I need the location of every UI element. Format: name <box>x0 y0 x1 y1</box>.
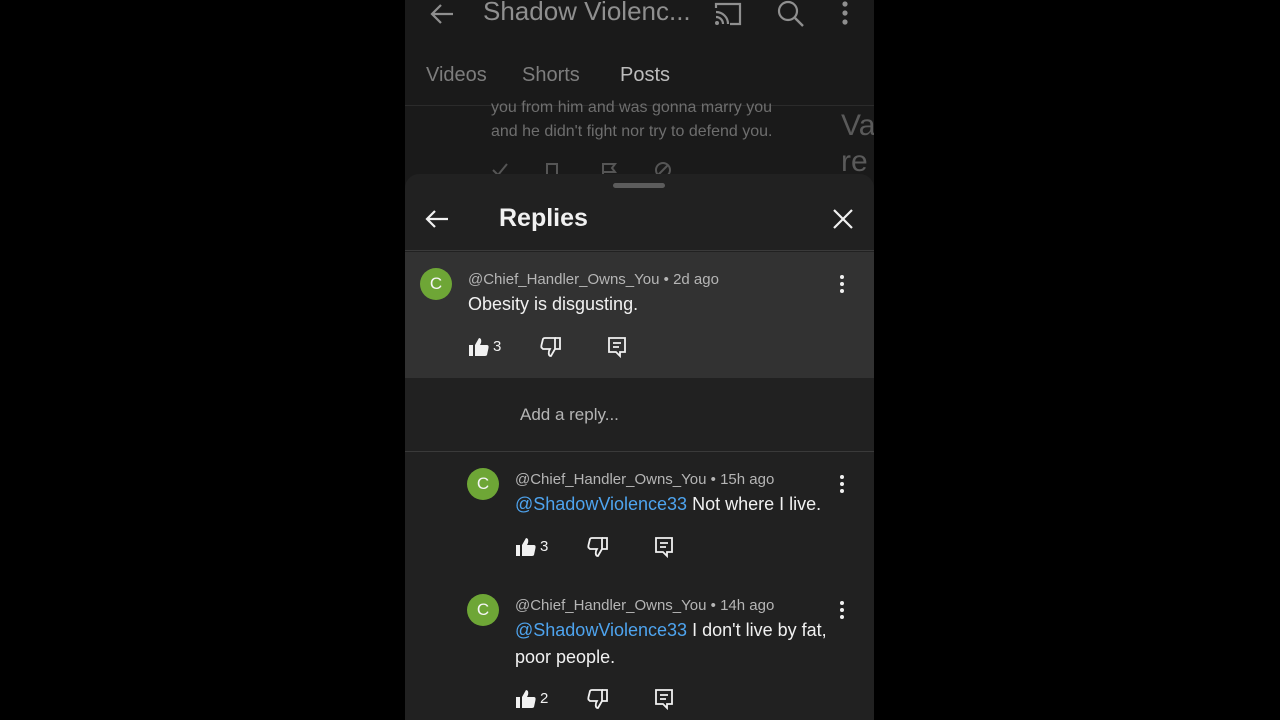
reply-item: C @Chief_Handler_Owns_You • 15h ago @Sha… <box>405 452 874 578</box>
comment-time: 2d ago <box>673 271 719 288</box>
comment-author[interactable]: @Chief_Handler_Owns_You <box>515 597 706 614</box>
like-icon[interactable] <box>515 536 537 558</box>
background-thumbnail: Va re <box>841 109 874 178</box>
more-vert-icon[interactable] <box>837 474 847 494</box>
cast-icon[interactable] <box>713 0 743 28</box>
comment-text: Obesity is disgusting. <box>468 294 639 314</box>
mention-link[interactable]: @ShadowViolence33 <box>515 620 687 640</box>
like-icon[interactable] <box>515 688 537 710</box>
comment-text-body: Not where I live. <box>692 494 822 514</box>
tab-shorts[interactable]: Shorts <box>522 64 580 87</box>
back-arrow-icon[interactable] <box>423 205 451 233</box>
background-comment: you from him and was gonna marry you and… <box>491 96 821 144</box>
meta-separator: • <box>710 597 721 614</box>
comment-meta: @Chief_Handler_Owns_You • 15h ago <box>515 471 774 488</box>
like-count: 3 <box>493 338 502 355</box>
more-vert-icon[interactable] <box>837 0 853 28</box>
comment-text: @ShadowViolence33 I don't live by fat, <box>515 617 827 644</box>
avatar[interactable]: C <box>467 594 499 626</box>
mention-link[interactable]: @ShadowViolence33 <box>515 494 687 514</box>
dislike-icon[interactable] <box>540 336 562 358</box>
comment-actions: 3 <box>515 536 755 560</box>
comment-author[interactable]: @Chief_Handler_Owns_You <box>468 271 659 288</box>
comment-actions: 3 <box>468 336 708 360</box>
comment-time: 15h ago <box>720 471 775 488</box>
add-reply-input[interactable]: Add a reply... <box>520 405 619 425</box>
phone-screen: Shadow Violenc... Videos Shorts Posts yo… <box>405 0 874 720</box>
comment-actions: 2 <box>515 688 755 712</box>
close-icon[interactable] <box>829 205 857 233</box>
like-icon[interactable] <box>468 336 490 358</box>
parent-comment: C @Chief_Handler_Owns_You • 2d ago Obesi… <box>405 252 874 378</box>
dislike-icon[interactable] <box>587 688 609 710</box>
tab-posts[interactable]: Posts <box>620 64 670 87</box>
comment-author[interactable]: @Chief_Handler_Owns_You <box>515 471 706 488</box>
reply-item: C @Chief_Handler_Owns_You • 14h ago @Sha… <box>405 578 874 720</box>
avatar[interactable]: C <box>467 468 499 500</box>
background-comment-line2: and he didn't fight nor try to defend yo… <box>491 123 773 140</box>
search-icon[interactable] <box>777 0 805 28</box>
reply-icon[interactable] <box>653 536 675 558</box>
comment-text: @ShadowViolence33 Not where I live. <box>515 491 821 518</box>
app-bar: Shadow Violenc... <box>405 0 874 52</box>
comment-time: 14h ago <box>720 597 775 614</box>
meta-separator: • <box>710 471 721 488</box>
tab-videos[interactable]: Videos <box>426 64 487 87</box>
meta-separator: • <box>663 271 674 288</box>
back-arrow-icon[interactable] <box>427 0 457 30</box>
sheet-header: Replies <box>405 188 874 251</box>
background-app: Shadow Violenc... Videos Shorts Posts yo… <box>405 0 874 200</box>
avatar[interactable]: C <box>420 268 452 300</box>
comment-text-body: I don't live by fat, <box>692 620 827 640</box>
comment-text-line2: poor people. <box>515 647 616 667</box>
like-count: 3 <box>540 538 549 555</box>
background-comment-line1: you from him and was gonna marry you <box>491 99 773 116</box>
reply-icon[interactable] <box>653 688 675 710</box>
dislike-icon[interactable] <box>587 536 609 558</box>
like-count: 2 <box>540 690 549 707</box>
reply-icon[interactable] <box>606 336 628 358</box>
comment-meta: @Chief_Handler_Owns_You • 2d ago <box>468 271 719 288</box>
more-vert-icon[interactable] <box>837 600 847 620</box>
add-reply-row[interactable]: Add a reply... <box>405 378 874 452</box>
comment-meta: @Chief_Handler_Owns_You • 14h ago <box>515 597 774 614</box>
more-vert-icon[interactable] <box>837 274 847 294</box>
replies-sheet: Replies C @Chief_Handler_Owns_You • 2d a… <box>405 174 874 720</box>
sheet-title: Replies <box>499 204 588 232</box>
channel-title: Shadow Violenc... <box>483 0 691 26</box>
